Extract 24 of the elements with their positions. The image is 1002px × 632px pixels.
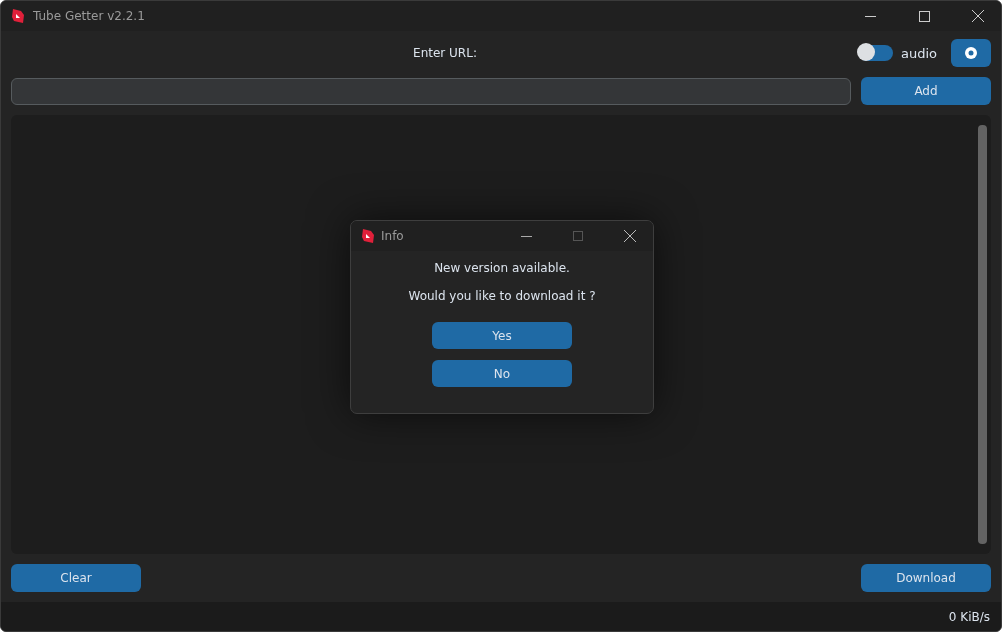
window-title: Tube Getter v2.2.1 bbox=[33, 9, 146, 23]
minimize-icon[interactable] bbox=[520, 235, 532, 237]
dialog-title: Info bbox=[381, 229, 405, 243]
close-icon[interactable] bbox=[624, 230, 636, 242]
dialog-button[interactable]: Yes bbox=[432, 322, 572, 349]
url-field[interactable] bbox=[11, 77, 851, 105]
scrollbar[interactable] bbox=[978, 125, 987, 544]
maximize-icon[interactable] bbox=[918, 10, 930, 22]
close-icon[interactable] bbox=[972, 10, 984, 22]
download-button[interactable]: Download bbox=[861, 564, 991, 592]
add-button[interactable]: Add bbox=[861, 77, 991, 105]
dialog-question: Would you like to download it ? bbox=[408, 289, 596, 303]
dialog-message: New version available. bbox=[434, 261, 570, 275]
clear-button[interactable]: Clear bbox=[11, 564, 141, 592]
audio-switch[interactable] bbox=[858, 45, 893, 61]
audio-label: audio bbox=[900, 45, 937, 61]
minimize-icon[interactable] bbox=[864, 15, 876, 17]
dialog-button[interactable]: No bbox=[432, 360, 572, 387]
speed-text: 0 KiB/s bbox=[948, 609, 990, 624]
url-label: Enter URL: bbox=[412, 46, 478, 60]
app-logo-icon bbox=[11, 8, 25, 24]
app-logo-icon bbox=[361, 228, 375, 244]
settings-button[interactable] bbox=[951, 39, 991, 67]
maximize-icon bbox=[573, 231, 583, 241]
